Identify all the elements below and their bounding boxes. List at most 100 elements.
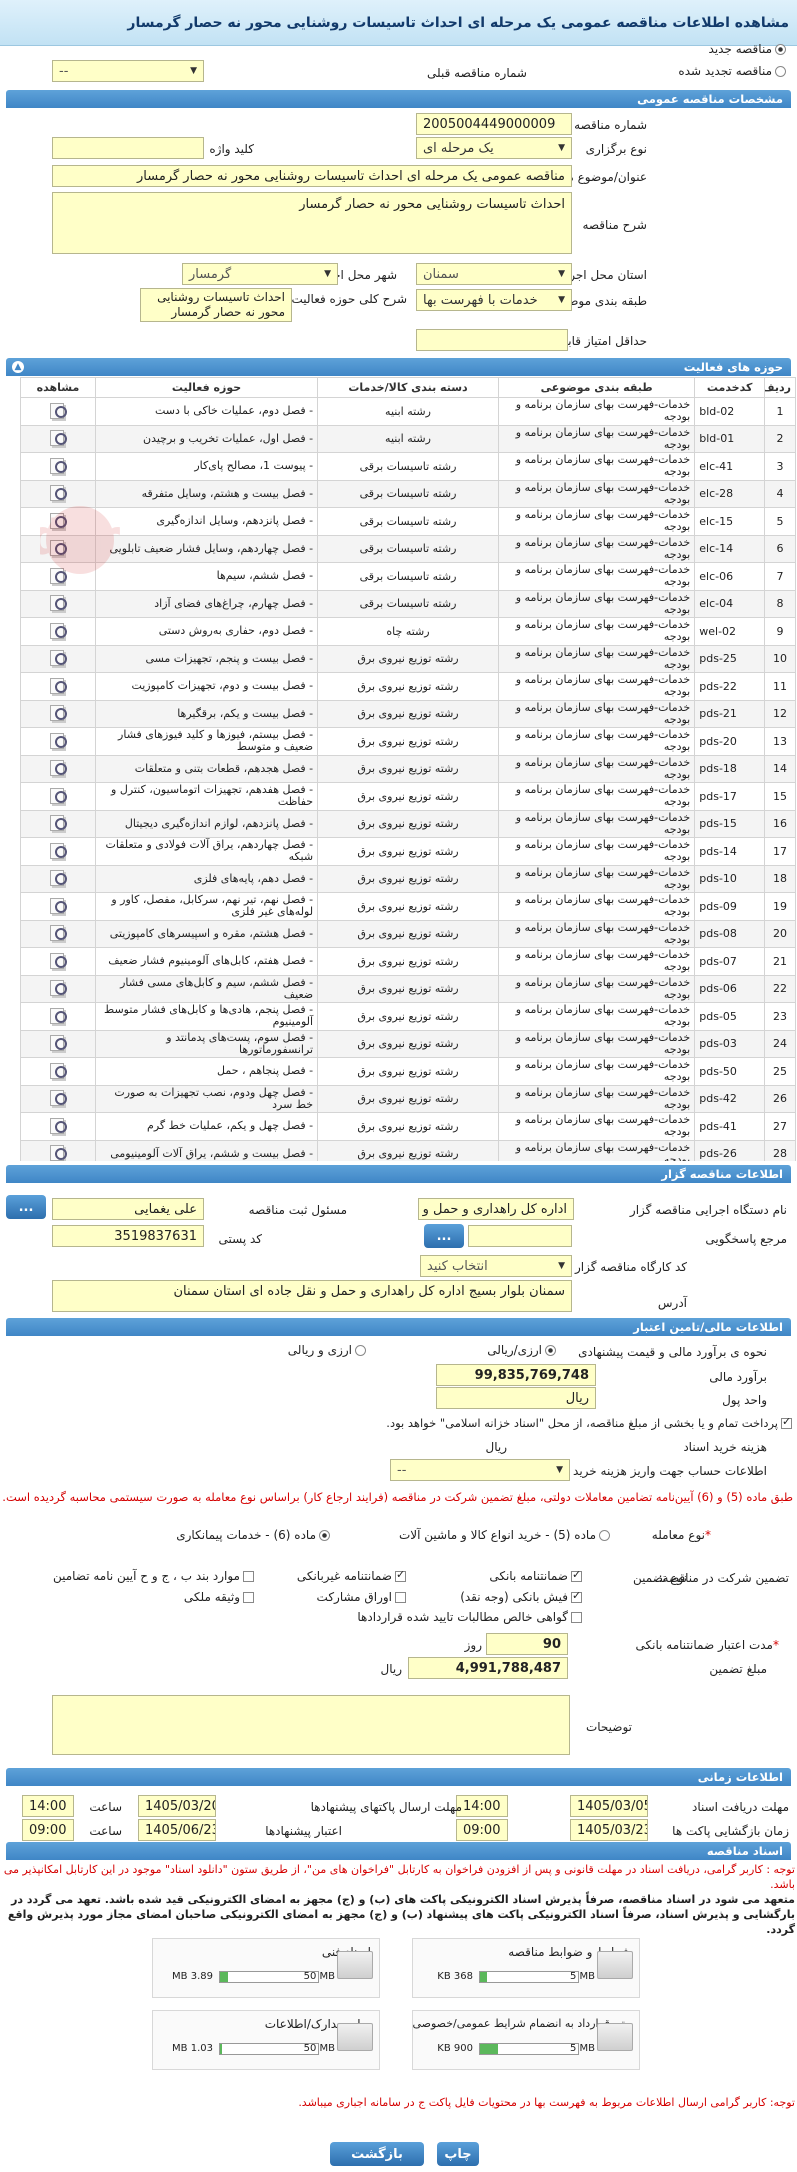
view-icon[interactable]: [49, 539, 67, 557]
view-icon[interactable]: [49, 484, 67, 502]
view-icon[interactable]: [49, 622, 67, 639]
keyword-field[interactable]: [52, 137, 204, 159]
view-cell[interactable]: [20, 562, 96, 591]
radio-renew[interactable]: مناقصه تجدید شده: [678, 64, 789, 78]
view-icon[interactable]: [49, 842, 67, 859]
g-nonbank-checkbox[interactable]: [395, 1568, 406, 1582]
province-select[interactable]: ▼ سمنان: [416, 263, 572, 285]
print-button[interactable]: چاپ: [437, 2142, 479, 2166]
radio-new[interactable]: مناقصه جدید: [709, 42, 789, 56]
valid-time[interactable]: 09:00: [22, 1819, 74, 1841]
view-cell[interactable]: [20, 644, 96, 673]
amount-field[interactable]: 4,991,788,487: [408, 1657, 568, 1679]
view-cell[interactable]: [20, 782, 96, 811]
recv-date[interactable]: 1405/03/05: [570, 1795, 648, 1817]
view-cell[interactable]: [20, 479, 96, 508]
subject-field[interactable]: مناقصه عمومی یک مرحله ای احداث تاسیسات ر…: [52, 165, 572, 187]
view-cell[interactable]: [20, 397, 96, 426]
view-icon[interactable]: [49, 457, 67, 474]
view-cell[interactable]: [20, 617, 96, 646]
radio-renew-circle[interactable]: [775, 65, 786, 77]
g-property[interactable]: وثیقه ملکی: [184, 1590, 257, 1604]
view-icon[interactable]: [49, 1117, 67, 1134]
open-date[interactable]: 1405/03/23: [570, 1819, 648, 1841]
view-icon[interactable]: [49, 814, 67, 832]
address-field[interactable]: سمنان بلوار بسیج اداره کل راهداری و حمل …: [52, 1280, 572, 1312]
g-cash-checkbox[interactable]: [571, 1589, 582, 1603]
g-nonbank[interactable]: ضمانتنامه غیربانکی: [297, 1568, 409, 1583]
view-cell[interactable]: [20, 699, 96, 728]
number-field[interactable]: 2005004449000009: [416, 113, 572, 135]
view-icon[interactable]: [49, 869, 67, 887]
view-cell[interactable]: [20, 1057, 96, 1086]
view-icon[interactable]: [49, 924, 67, 942]
recv-time[interactable]: 14:00: [456, 1795, 508, 1817]
valid-date[interactable]: 1405/06/23: [138, 1819, 216, 1841]
view-icon[interactable]: [49, 732, 67, 749]
g-cash[interactable]: فیش بانکی (وجه نقد): [460, 1589, 585, 1604]
g-bonds[interactable]: اوراق مشارکت: [317, 1590, 409, 1604]
view-icon[interactable]: [49, 759, 67, 777]
view-icon[interactable]: [49, 429, 67, 447]
resp-field[interactable]: علی یغمایی: [52, 1198, 204, 1220]
view-cell[interactable]: [20, 974, 96, 1003]
g-bonds-checkbox[interactable]: [395, 1591, 406, 1603]
view-icon[interactable]: [49, 787, 67, 804]
g-claims-checkbox[interactable]: [571, 1611, 582, 1623]
view-cell[interactable]: [20, 919, 96, 948]
file-box-4[interactable]: سایر مدارک/اطلاعات 1.03 MB 50 MB: [152, 2010, 380, 2070]
account-select[interactable]: ▼ --: [390, 1459, 570, 1481]
view-icon[interactable]: [49, 567, 67, 584]
view-icon[interactable]: [49, 677, 67, 694]
postal-field[interactable]: 3519837631: [52, 1225, 204, 1247]
ref-more-button[interactable]: ...: [424, 1224, 464, 1248]
view-cell[interactable]: [20, 864, 96, 893]
view-cell[interactable]: [20, 1084, 96, 1113]
send-time[interactable]: 14:00: [22, 1795, 74, 1817]
view-cell[interactable]: [20, 727, 96, 756]
resp-more-button[interactable]: ...: [6, 1195, 46, 1219]
view-icon[interactable]: [49, 979, 67, 997]
view-cell[interactable]: [20, 507, 96, 536]
deal-opt6[interactable]: ماده (6) - خدمات پیمانکاری: [176, 1528, 333, 1542]
opt-currency-radio[interactable]: [545, 1344, 556, 1356]
g-bank-checkbox[interactable]: [571, 1568, 582, 1582]
view-icon[interactable]: [49, 1062, 67, 1079]
notes-field[interactable]: [52, 1695, 570, 1755]
view-cell[interactable]: [20, 837, 96, 866]
send-date[interactable]: 1405/03/20: [138, 1795, 216, 1817]
g-property-checkbox[interactable]: [243, 1591, 254, 1603]
deal-opt6-radio[interactable]: [319, 1529, 330, 1541]
opt-rial-radio[interactable]: [355, 1344, 366, 1356]
category-select[interactable]: ▼ خدمات با فهرست بها: [416, 289, 572, 311]
desc-field[interactable]: احداث تاسیسات روشنایی محور نه حصار گرمسا…: [52, 192, 572, 254]
deal-opt5-radio[interactable]: [599, 1529, 610, 1541]
collapse-icon[interactable]: ▲: [12, 361, 24, 373]
view-icon[interactable]: [49, 1007, 67, 1024]
g-bank[interactable]: ضمانتنامه بانکی: [489, 1568, 585, 1583]
deal-opt5[interactable]: ماده (5) - خرید انواع کالا و ماشین آلات: [399, 1528, 613, 1542]
view-icon[interactable]: [49, 1034, 67, 1052]
view-icon[interactable]: [49, 952, 67, 969]
view-cell[interactable]: [20, 534, 96, 563]
view-cell[interactable]: [20, 1002, 96, 1031]
view-cell[interactable]: [20, 809, 96, 838]
view-cell[interactable]: [20, 947, 96, 976]
view-cell[interactable]: [20, 589, 96, 618]
view-cell[interactable]: [20, 1029, 96, 1058]
opt-rial[interactable]: ارزی و ریالی: [288, 1343, 369, 1357]
view-cell[interactable]: [20, 892, 96, 921]
type-select[interactable]: ▼ یک مرحله ای: [416, 137, 572, 159]
validity-field[interactable]: 90: [486, 1633, 568, 1655]
g-claims[interactable]: گواهی خالص مطالبات تایید شده قراردادها: [357, 1610, 585, 1624]
installment-checkbox[interactable]: [781, 1415, 792, 1429]
view-icon[interactable]: [49, 897, 67, 914]
file-box-2[interactable]: اسناد فنی 3.89 MB 50 MB: [152, 1938, 380, 1998]
workshop-select[interactable]: ▼ انتخاب کنید: [420, 1255, 572, 1277]
opt-currency[interactable]: ارزی/ریالی: [487, 1343, 559, 1357]
view-icon[interactable]: [49, 512, 67, 529]
view-cell[interactable]: [20, 754, 96, 783]
view-icon[interactable]: [49, 1089, 67, 1107]
open-time[interactable]: 09:00: [456, 1819, 508, 1841]
prev-number-select[interactable]: ▼ --: [52, 60, 204, 82]
